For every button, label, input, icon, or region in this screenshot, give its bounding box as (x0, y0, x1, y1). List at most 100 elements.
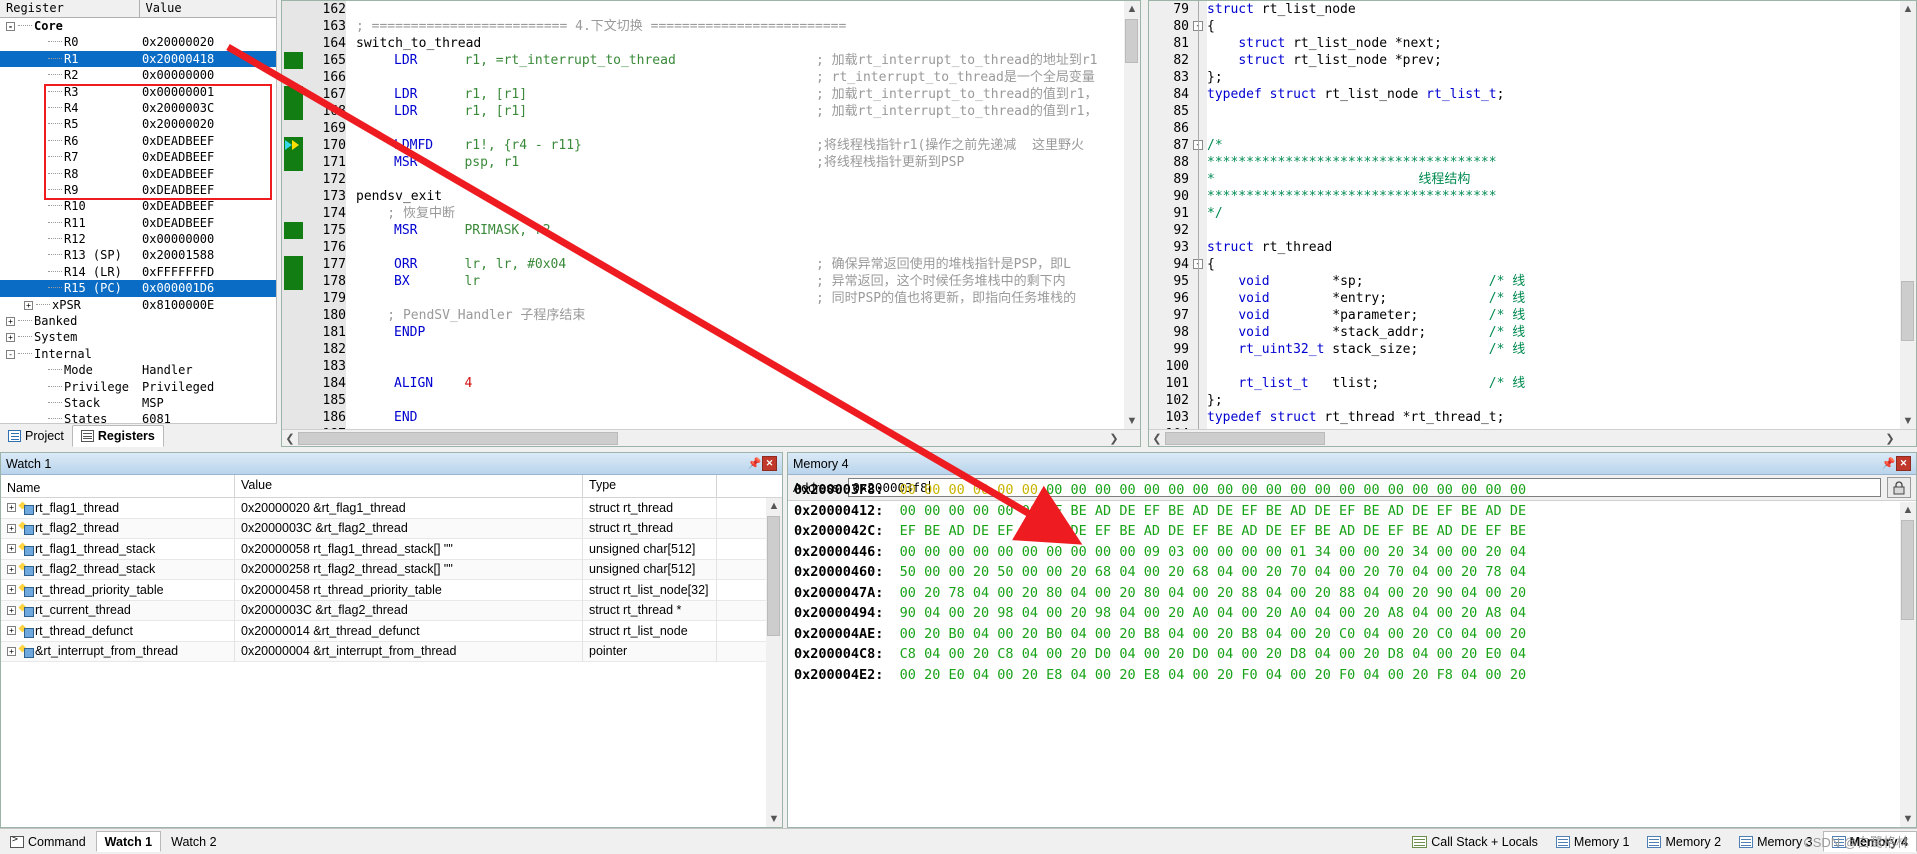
register-row[interactable]: R11 0xDEADBEEF (0, 215, 276, 231)
c-code-line[interactable]: 101 rt_list_t tlist; /* 线 (1149, 375, 1916, 392)
assembly-vscroll-thumb[interactable] (1125, 19, 1138, 63)
assembly-editor[interactable]: 162 163 ; ========================= 4.下文切换… (281, 0, 1141, 447)
c-code-line[interactable]: 95 void *sp; /* 线 (1149, 273, 1916, 290)
register-value[interactable]: Handler (142, 362, 276, 378)
watch-value-cell[interactable]: 0x20000014 &rt_thread_defunct (235, 620, 583, 641)
assembly-line[interactable]: 165 LDR r1, =rt_interrupt_to_thread ; 加载rt… (304, 52, 1140, 69)
register-row[interactable]: - Internal (0, 346, 276, 362)
register-row[interactable]: R13 (SP) 0x20001588 (0, 247, 276, 263)
c-code-line[interactable]: 87-/* (1149, 137, 1916, 154)
c-vertical-scrollbar[interactable]: ▲ ▼ (1900, 1, 1916, 429)
watch-row[interactable]: + rt_flag2_thread_stack 0x20000258 rt_flag… (1, 559, 782, 580)
memory-row[interactable]: 0x20000494: 90 04 00 20 98 04 00 20 98 0… (788, 603, 1900, 624)
register-row[interactable]: + System (0, 329, 276, 345)
c-code-line[interactable]: 99 rt_uint32_t stack_size; /* 线 (1149, 341, 1916, 358)
register-row[interactable]: R3 0x00000001 (0, 84, 276, 100)
register-value[interactable]: 0x00000000 (142, 231, 276, 247)
c-code-line[interactable]: 88 ************************************* (1149, 154, 1916, 171)
breakpoint-marker[interactable] (284, 86, 303, 103)
watch-name-cell[interactable]: + rt_thread_priority_table (1, 579, 235, 600)
register-value[interactable]: Privileged (142, 379, 276, 395)
register-value[interactable]: 0x00000001 (142, 84, 276, 100)
c-code-line[interactable]: 92 (1149, 222, 1916, 239)
memory-pin-icon[interactable]: 📌 (1881, 456, 1896, 471)
assembly-line[interactable]: 176 (304, 239, 1140, 256)
watch-row[interactable]: + rt_current_thread 0x2000003C &rt_flag2_t… (1, 600, 782, 621)
memory-vscroll-thumb[interactable] (1901, 520, 1914, 620)
assembly-line[interactable]: 184 ALIGN 4 (304, 375, 1140, 392)
assembly-line[interactable]: 174 ; 恢复中断 (304, 205, 1140, 222)
assembly-line[interactable]: 166 ; rt_interrupt_to_thread是一个全局变量 (304, 69, 1140, 86)
c-scroll-down-icon[interactable]: ▼ (1900, 413, 1916, 429)
register-row[interactable]: Stack MSP (0, 395, 276, 411)
tab-registers[interactable]: Registers (71, 425, 164, 447)
watch-vertical-scrollbar[interactable]: ▲ ▼ (766, 498, 782, 827)
watch-value-cell[interactable]: 0x20000458 rt_thread_priority_table (235, 579, 583, 600)
assembly-line[interactable]: 173 pendsv_exit (304, 188, 1140, 205)
assembly-line[interactable]: 167 LDR r1, [r1] ; 加载rt_interrupt_to_threa… (304, 86, 1140, 103)
watch-scroll-up-icon[interactable]: ▲ (766, 498, 782, 514)
breakpoint-marker[interactable] (284, 273, 303, 290)
register-value[interactable]: 0xDEADBEEF (142, 198, 276, 214)
watch-rows[interactable]: + rt_flag1_thread 0x20000020 &rt_flag1_thr… (1, 497, 782, 662)
register-row[interactable]: R6 0xDEADBEEF (0, 133, 276, 149)
assembly-line[interactable]: 183 (304, 358, 1140, 375)
register-value[interactable]: 0x20000418 (142, 51, 276, 67)
assembly-line[interactable]: 170 LDMFD r1!, {r4 - r11} ;将线程栈指针r1(操作之前先递… (304, 137, 1140, 154)
memory-row[interactable]: 0x200003F8: 00 00 00 00 00 00 00 00 00 0… (788, 480, 1900, 501)
register-value[interactable]: 0x8100000E (142, 297, 276, 313)
watch-value-cell[interactable]: 0x20000258 rt_flag2_thread_stack[] "" (235, 559, 583, 580)
watch-name-cell[interactable]: + rt_current_thread (1, 600, 235, 621)
memory-scroll-down-icon[interactable]: ▼ (1900, 811, 1916, 827)
c-code-line[interactable]: 86 (1149, 120, 1916, 137)
memory-row[interactable]: 0x20000460: 50 00 00 20 50 00 00 20 68 0… (788, 562, 1900, 583)
watch-value-cell[interactable]: 0x20000058 rt_flag1_thread_stack[] "" (235, 538, 583, 559)
assembly-hscroll-thumb[interactable] (298, 431, 618, 445)
memory-row[interactable]: 0x2000042C: EF BE AD DE EF BE AD DE EF B… (788, 521, 1900, 542)
register-value[interactable]: 6081 (142, 411, 276, 423)
assembly-line[interactable]: 181 ENDP (304, 324, 1140, 341)
c-code-line[interactable]: 89 * 线程结构 (1149, 171, 1916, 188)
register-row[interactable]: R0 0x20000020 (0, 34, 276, 50)
c-code-line[interactable]: 90 ************************************* (1149, 188, 1916, 205)
register-row[interactable]: Privilege Privileged (0, 379, 276, 395)
register-value[interactable]: 0xDEADBEEF (142, 133, 276, 149)
watch-row[interactable]: + rt_flag1_thread 0x20000020 &rt_flag1_thr… (1, 497, 782, 519)
scroll-down-icon[interactable]: ▼ (1124, 413, 1140, 429)
watch-panel[interactable]: Watch 1 📌 ✕ Name Value Type + rt_flag1_th… (0, 452, 783, 828)
register-row[interactable]: R15 (PC) 0x000001D6 (0, 280, 276, 297)
c-code-line[interactable]: 98 void *stack_addr; /* 线 (1149, 324, 1916, 341)
c-code-lines[interactable]: 79 struct rt_list_node80-{81 struct rt_li… (1149, 1, 1916, 446)
memory-row[interactable]: 0x20000412: 00 00 00 00 00 00 EF BE AD D… (788, 501, 1900, 522)
c-code-line[interactable]: 80-{ (1149, 18, 1916, 35)
register-value[interactable]: MSP (142, 395, 276, 411)
c-code-line[interactable]: 85 (1149, 103, 1916, 120)
tab-command[interactable]: Command (2, 831, 94, 852)
expand-icon[interactable]: + (7, 605, 16, 615)
memory-row[interactable]: 0x200004E2: 00 20 E0 04 00 20 E8 04 00 2… (788, 665, 1900, 686)
registers-column-value[interactable]: Value (140, 0, 277, 17)
register-row[interactable]: R12 0x00000000 (0, 231, 276, 247)
memory-hex-rows[interactable]: 0x200003F8: 00 00 00 00 00 00 00 00 00 0… (788, 480, 1900, 827)
scroll-right-icon[interactable]: ❯ (1106, 431, 1122, 446)
current-instruction-marker[interactable] (284, 137, 303, 154)
memory-vertical-scrollbar[interactable]: ▲ ▼ (1900, 502, 1916, 827)
tab-project[interactable]: Project (0, 425, 72, 447)
assembly-code-lines[interactable]: 162 163 ; ========================= 4.下文切换… (304, 1, 1140, 446)
registers-column-register[interactable]: Register (0, 0, 140, 17)
memory-panel[interactable]: Memory 4 📌 ✕ Address: 0x200003f8 0x20000… (787, 452, 1917, 828)
watch-vscroll-thumb[interactable] (767, 516, 780, 636)
register-row[interactable]: R5 0x20000020 (0, 116, 276, 132)
watch-column-value[interactable]: Value (235, 475, 583, 497)
register-row[interactable]: R2 0x00000000 (0, 67, 276, 83)
watch-value-cell[interactable]: 0x20000020 &rt_flag1_thread (235, 497, 583, 518)
tree-expander-icon[interactable]: - (6, 22, 15, 31)
assembly-line[interactable]: 185 (304, 392, 1140, 409)
expand-icon[interactable]: + (7, 646, 16, 656)
tab-memory-2[interactable]: Memory 2 (1639, 831, 1729, 852)
register-row[interactable]: R14 (LR) 0xFFFFFFFD (0, 264, 276, 280)
memory-row[interactable]: 0x20000446: 00 00 00 00 00 00 00 00 00 0… (788, 542, 1900, 563)
watch-name-cell[interactable]: + rt_flag1_thread (1, 497, 235, 518)
c-code-line[interactable]: 102}; (1149, 392, 1916, 409)
breakpoint-marker[interactable] (284, 52, 303, 69)
